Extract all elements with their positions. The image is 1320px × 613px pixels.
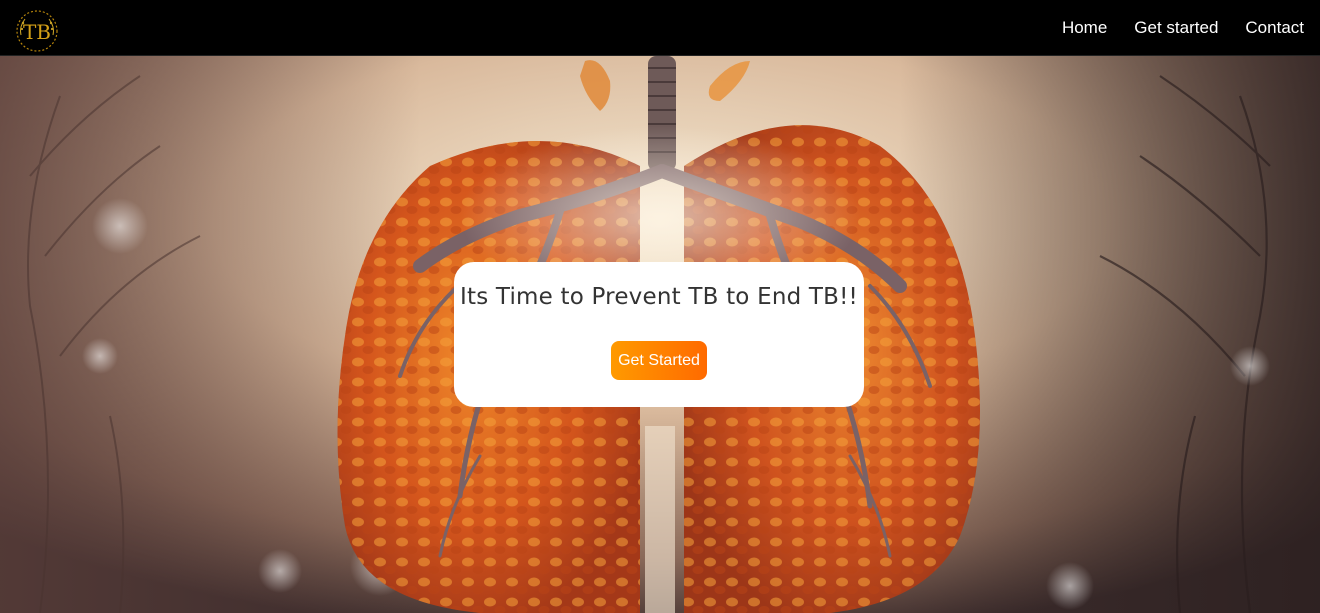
get-started-button[interactable]: Get Started bbox=[611, 341, 707, 380]
nav-links: Home Get started Contact bbox=[1062, 0, 1304, 56]
navbar: TB Home Get started Contact bbox=[0, 0, 1320, 56]
brand-logo[interactable]: TB bbox=[15, 9, 59, 53]
nav-contact-link[interactable]: Contact bbox=[1245, 18, 1304, 38]
logo-text: TB bbox=[23, 20, 51, 44]
hero-card: Its Time to Prevent TB to End TB!! Get S… bbox=[454, 262, 864, 407]
hero-title: Its Time to Prevent TB to End TB!! bbox=[460, 284, 858, 310]
tb-logo-icon: TB bbox=[16, 10, 58, 52]
nav-home-link[interactable]: Home bbox=[1062, 18, 1107, 38]
hero-section: Its Time to Prevent TB to End TB!! Get S… bbox=[0, 56, 1320, 613]
nav-get-started-link[interactable]: Get started bbox=[1134, 18, 1218, 38]
